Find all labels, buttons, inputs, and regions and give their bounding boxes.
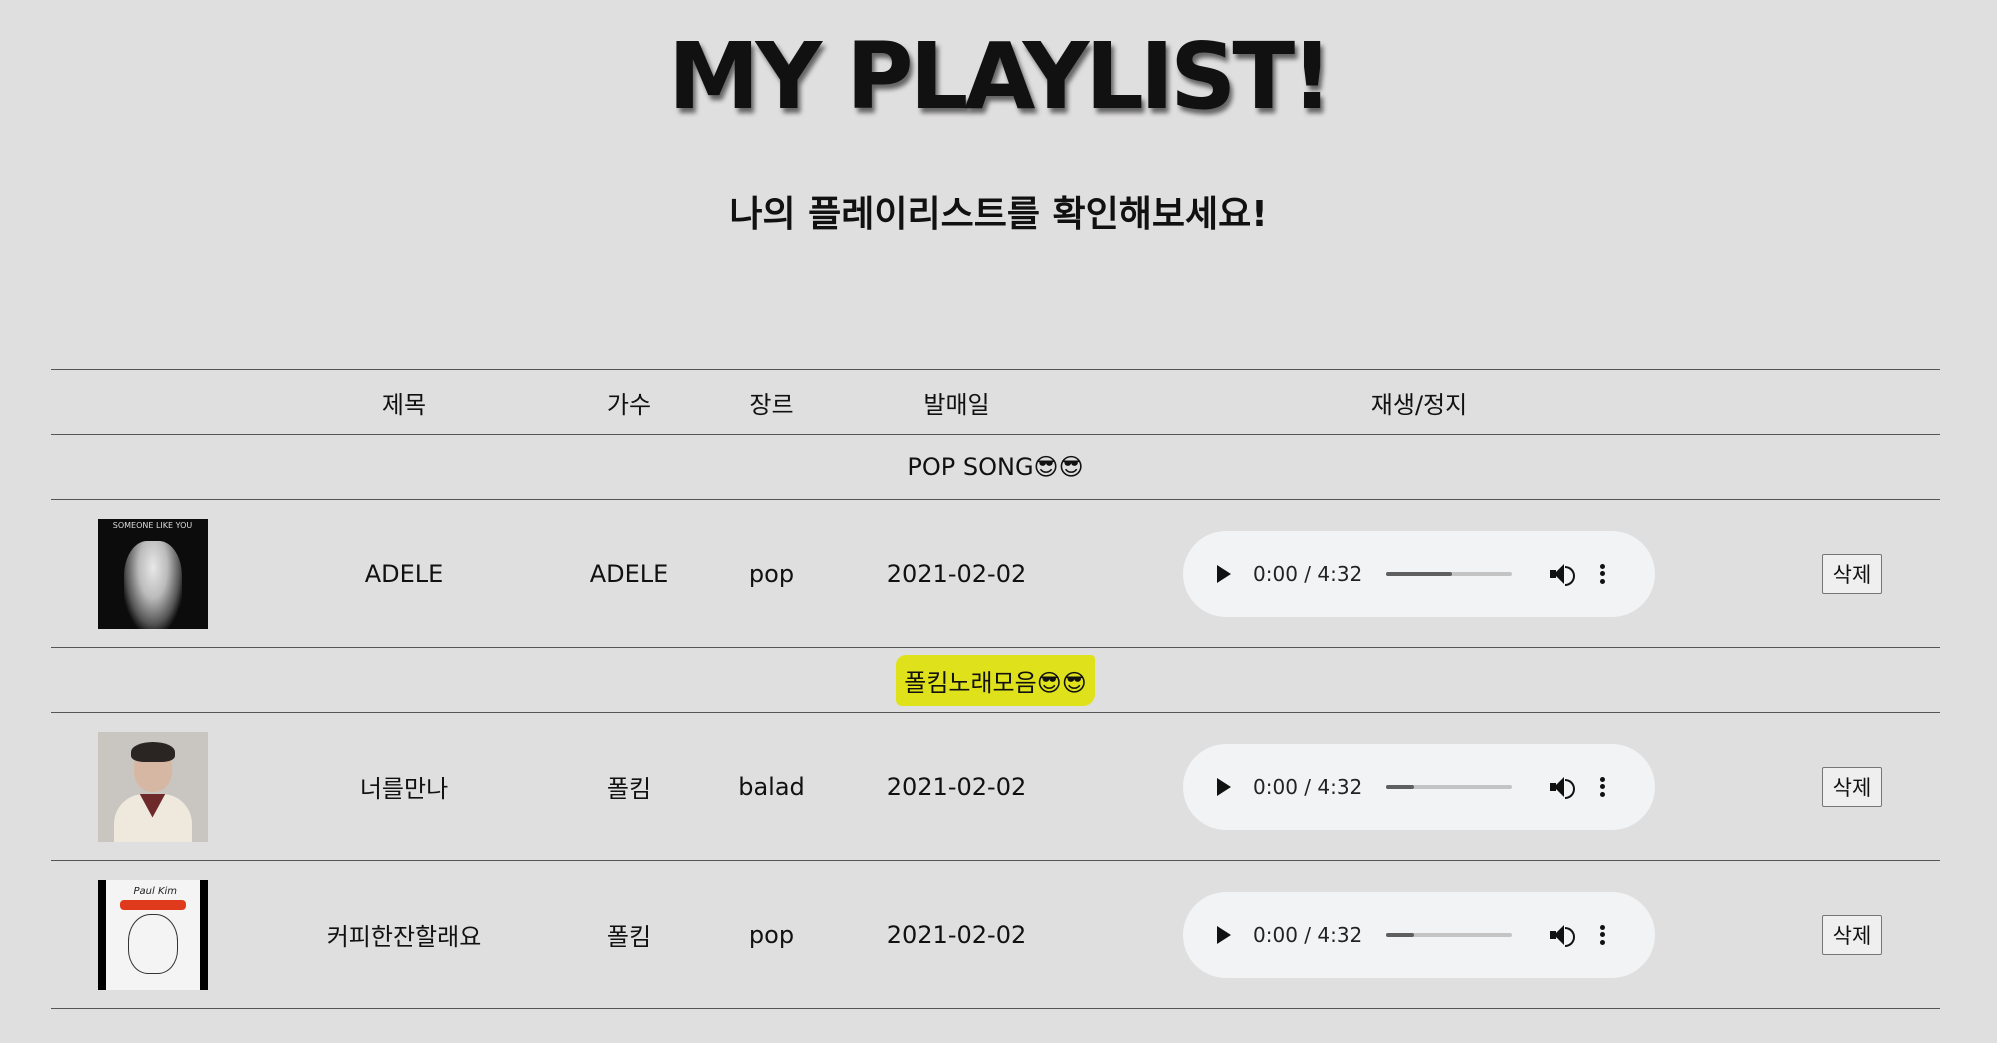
column-header-cover xyxy=(51,370,254,435)
group-label-highlighted: 폴킴노래모음😎😎 xyxy=(896,654,1095,706)
table-row: Paul Kim 커피한잔할래요 폴킴 pop 2021-02-02 0:00 … xyxy=(51,860,1940,1009)
audio-player[interactable]: 0:00 / 4:32 xyxy=(1183,530,1655,617)
audio-time: 0:00 / 4:32 xyxy=(1253,922,1363,947)
song-artist: ADELE xyxy=(589,559,669,588)
audio-time: 0:00 / 4:32 xyxy=(1253,561,1363,586)
album-cover-caption: Paul Kim xyxy=(133,885,178,897)
song-genre: balad xyxy=(738,772,805,801)
playlist-table: 제목 가수 장르 발매일 재생/정지 POP SONG😎😎 SOMEONE LI… xyxy=(51,369,1940,1009)
album-cover-sketch: Paul Kim xyxy=(97,879,208,990)
volume-icon[interactable] xyxy=(1550,775,1576,799)
page-title: MY PLAYLIST! xyxy=(667,23,1333,130)
album-cover-someone-like-you: SOMEONE LIKE YOU xyxy=(97,518,208,629)
delete-button[interactable]: 삭제 xyxy=(1821,914,1883,955)
page-subtitle: 나의 플레이리스트를 확인해보세요! xyxy=(729,194,1268,235)
song-genre: pop xyxy=(748,559,795,588)
song-title: 커피한잔할래요 xyxy=(326,923,482,951)
song-artist: 폴킴 xyxy=(606,923,652,951)
audio-player[interactable]: 0:00 / 4:32 xyxy=(1183,743,1655,830)
audio-time: 0:00 / 4:32 xyxy=(1253,774,1363,799)
delete-button[interactable]: 삭제 xyxy=(1821,553,1883,594)
group-row-pop-song: POP SONG😎😎 xyxy=(51,434,1940,500)
group-row-paul-kim: 폴킴노래모음😎😎 xyxy=(51,647,1940,713)
group-label: POP SONG😎😎 xyxy=(907,453,1084,481)
more-options-icon[interactable] xyxy=(1600,924,1606,945)
audio-progress-fill xyxy=(1386,571,1452,576)
play-icon[interactable] xyxy=(1217,925,1231,944)
play-icon[interactable] xyxy=(1217,777,1231,796)
column-header-artist: 가수 xyxy=(606,390,652,419)
album-cover-caption: SOMEONE LIKE YOU xyxy=(112,520,193,530)
delete-button[interactable]: 삭제 xyxy=(1821,766,1883,807)
column-header-title: 제목 xyxy=(381,390,427,419)
audio-progress-fill xyxy=(1386,784,1414,789)
column-header-genre: 장르 xyxy=(749,390,794,419)
audio-progress-slider[interactable] xyxy=(1386,571,1513,576)
album-cover-portrait xyxy=(97,731,208,842)
more-options-icon[interactable] xyxy=(1600,776,1606,797)
song-title: ADELE xyxy=(364,559,444,588)
song-release-date: 2021-02-02 xyxy=(886,772,1027,801)
volume-icon[interactable] xyxy=(1550,562,1576,586)
song-genre: pop xyxy=(748,920,795,949)
audio-progress-fill xyxy=(1386,932,1414,937)
more-options-icon[interactable] xyxy=(1600,563,1606,584)
table-header-row: 제목 가수 장르 발매일 재생/정지 xyxy=(51,369,1940,435)
song-artist: 폴킴 xyxy=(606,775,652,803)
table-row: 너를만나 폴킴 balad 2021-02-02 0:00 / 4:32 삭제 xyxy=(51,712,1940,861)
play-icon[interactable] xyxy=(1217,564,1231,583)
page: MY PLAYLIST! 나의 플레이리스트를 확인해보세요! 제목 가수 장르… xyxy=(0,0,1997,1043)
column-header-release-date: 발매일 xyxy=(923,390,990,419)
table-row: SOMEONE LIKE YOU ADELE ADELE pop 2021-02… xyxy=(51,499,1940,648)
audio-progress-slider[interactable] xyxy=(1386,932,1513,937)
audio-progress-slider[interactable] xyxy=(1386,784,1513,789)
volume-icon[interactable] xyxy=(1550,923,1576,947)
song-release-date: 2021-02-02 xyxy=(886,920,1027,949)
column-header-play-stop: 재생/정지 xyxy=(1370,390,1468,419)
song-title: 너를만나 xyxy=(359,775,449,803)
audio-player[interactable]: 0:00 / 4:32 xyxy=(1183,891,1655,978)
column-header-actions xyxy=(1764,370,1940,435)
song-release-date: 2021-02-02 xyxy=(886,559,1027,588)
